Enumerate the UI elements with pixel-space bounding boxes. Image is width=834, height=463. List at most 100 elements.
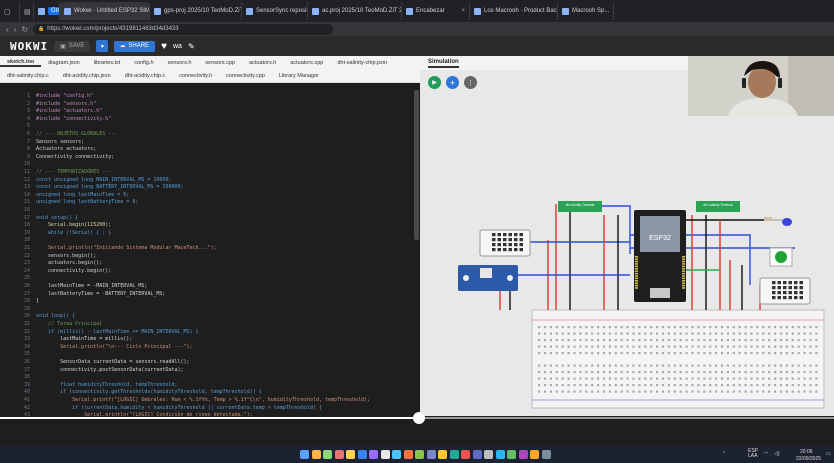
- breadboard-hole: [785, 371, 788, 374]
- code-editor[interactable]: 1 #include "config.h" 2 #include "sensors.h…: [0, 83, 420, 416]
- taskbar-app-icon[interactable]: [380, 450, 390, 459]
- taskbar-app-icon[interactable]: [472, 450, 482, 459]
- code-line[interactable]: 43 Serial.println("[LOGIC] Condición de …: [0, 412, 253, 416]
- play-button[interactable]: ▶: [428, 76, 441, 89]
- editor-tab[interactable]: sensors.cpp: [198, 60, 242, 66]
- breadboard-hole: [679, 326, 682, 329]
- taskbar-app-icon[interactable]: [484, 450, 493, 459]
- taskbar-app-icon[interactable]: [461, 450, 470, 459]
- taskbar-app-icon[interactable]: [403, 450, 413, 459]
- browser-tab[interactable]: ac.proj 2025/10 TeoMoD.ZiT 250i×: [308, 2, 402, 20]
- browser-tab[interactable]: Gmail: [34, 2, 60, 20]
- tab-list-icon[interactable]: ▤: [20, 3, 34, 21]
- esp32-pin: [682, 282, 685, 284]
- editor-tab[interactable]: actuators.h: [242, 60, 283, 66]
- editor-tab[interactable]: dht-acidity.chip.json: [56, 73, 118, 79]
- editor-tab[interactable]: dht-acidity.chip.c: [118, 73, 173, 79]
- breadboard-hole: [803, 364, 806, 367]
- browser-tab[interactable]: Encabezar ×: [402, 2, 470, 20]
- taskbar-app-icon[interactable]: [541, 450, 551, 459]
- tray-chevron-icon[interactable]: ⌃: [722, 451, 726, 457]
- back-icon[interactable]: ‹: [6, 25, 9, 34]
- wifi-icon[interactable]: ◠: [764, 451, 768, 457]
- browser-menu-icon[interactable]: ▢: [0, 3, 20, 21]
- editor-tab[interactable]: dht-salinity.chip.c: [0, 73, 56, 79]
- breadboard-hole: [709, 384, 712, 387]
- share-button[interactable]: ➦ SHARE: [114, 40, 156, 52]
- salinity-chip[interactable]: dht-salinity Trmboal: [696, 201, 740, 212]
- editor-tab[interactable]: Library Manager: [272, 73, 326, 79]
- wokwi-logo[interactable]: WOKWI: [10, 40, 48, 53]
- close-tab-icon[interactable]: ×: [461, 8, 465, 14]
- project-name[interactable]: wa: [173, 43, 182, 50]
- taskbar-app-icon[interactable]: [357, 450, 367, 459]
- taskbar-app-icon[interactable]: [426, 450, 436, 459]
- dht-vent: [503, 238, 507, 242]
- editor-tab[interactable]: dht-salinity-chip.json: [330, 60, 394, 66]
- url-field[interactable]: 🔒 https://wokwi.com/projects/4319811463d…: [33, 23, 334, 35]
- editor-tab[interactable]: diagram.json: [41, 60, 87, 66]
- clock-time[interactable]: 20:06: [800, 449, 813, 455]
- close-tab-icon[interactable]: ×: [612, 8, 613, 14]
- tab-simulation[interactable]: Simulation: [428, 59, 459, 68]
- editor-tab[interactable]: libraries.txt: [87, 60, 128, 66]
- breadboard-hole: [756, 364, 759, 367]
- esp32-board[interactable]: ESP32: [634, 210, 686, 302]
- save-button[interactable]: ▣ SAVE: [54, 40, 91, 52]
- reload-icon[interactable]: ↻: [21, 25, 28, 34]
- language-indicator[interactable]: ESP LAA: [748, 449, 758, 459]
- browser-tab[interactable]: Los Macrooh · Product Bac×: [470, 2, 558, 20]
- breadboard-hole: [685, 364, 688, 367]
- blue-led[interactable]: [764, 217, 792, 226]
- video-progress-knob[interactable]: [413, 412, 425, 424]
- taskbar-app-icon[interactable]: [438, 450, 447, 459]
- forward-icon[interactable]: ›: [14, 25, 17, 34]
- taskbar-app-icon[interactable]: [311, 450, 321, 459]
- push-button[interactable]: [769, 247, 793, 267]
- taskbar-app-icon[interactable]: [495, 450, 505, 459]
- taskbar-app-icon[interactable]: [449, 450, 459, 459]
- taskbar-app-icon[interactable]: [518, 450, 528, 459]
- editor-tab[interactable]: connectivity.cpp: [219, 73, 272, 79]
- taskbar-app-icon[interactable]: [334, 450, 344, 459]
- breadboard-hole: [703, 384, 706, 387]
- browser-tab[interactable]: Macrooh Sp...×: [558, 2, 614, 20]
- acidity-chip[interactable]: dht-acidity Trmboal: [558, 201, 602, 212]
- save-dropdown-button[interactable]: ▾: [96, 40, 109, 52]
- browser-tab[interactable]: Wokwi · Untitled ESP32 SIM Ej...×: [60, 2, 150, 20]
- dht-sensor-left[interactable]: [479, 229, 531, 257]
- taskbar-app-icon[interactable]: [323, 450, 332, 459]
- taskbar-app-icon[interactable]: [346, 450, 355, 459]
- breadboard-hole: [679, 352, 682, 355]
- soil-sensor-module[interactable]: [458, 265, 518, 291]
- breadboard-hole: [549, 384, 552, 387]
- dht-sensor-right[interactable]: [759, 277, 811, 305]
- browser-tab[interactable]: SensorSync repository×: [242, 2, 308, 20]
- clock-date[interactable]: 22/09/2025: [796, 456, 821, 462]
- editor-scrollbar[interactable]: [414, 90, 419, 240]
- taskbar-app-icon[interactable]: [507, 450, 516, 459]
- editor-tab[interactable]: sketch.ino: [0, 59, 42, 67]
- breadboard-hole: [768, 384, 771, 387]
- editor-tab[interactable]: sensors.h: [161, 60, 199, 66]
- breadboard-hole: [756, 332, 759, 335]
- add-part-button[interactable]: +: [446, 76, 459, 89]
- more-options-button[interactable]: ⋮: [464, 76, 477, 89]
- volume-icon[interactable]: ◁): [774, 451, 780, 457]
- taskbar-app-icon[interactable]: [415, 450, 424, 459]
- taskbar-app-icon[interactable]: [300, 450, 309, 459]
- taskbar-app-icon[interactable]: [530, 450, 539, 459]
- notification-icon[interactable]: ▭: [826, 451, 831, 457]
- browser-tab[interactable]: gps-proj 2025/10 TeoMoD.ZiT×: [150, 2, 242, 20]
- editor-tab[interactable]: connectivity.h: [172, 73, 219, 79]
- taskbar-app-icon[interactable]: [369, 450, 378, 459]
- edit-pencil-icon[interactable]: ✎: [188, 42, 195, 51]
- breadboard-hole: [638, 352, 641, 355]
- breadboard[interactable]: [531, 309, 825, 409]
- editor-tab[interactable]: actuators.cpp: [283, 60, 330, 66]
- heart-icon[interactable]: ♥: [161, 41, 167, 52]
- simulation-canvas[interactable]: dht-acidity Trmboal dht-salinity Trmboal…: [420, 70, 834, 416]
- taskbar-app-icon[interactable]: [392, 450, 401, 459]
- editor-tab[interactable]: config.h: [127, 60, 160, 66]
- breadboard-hole: [750, 326, 753, 329]
